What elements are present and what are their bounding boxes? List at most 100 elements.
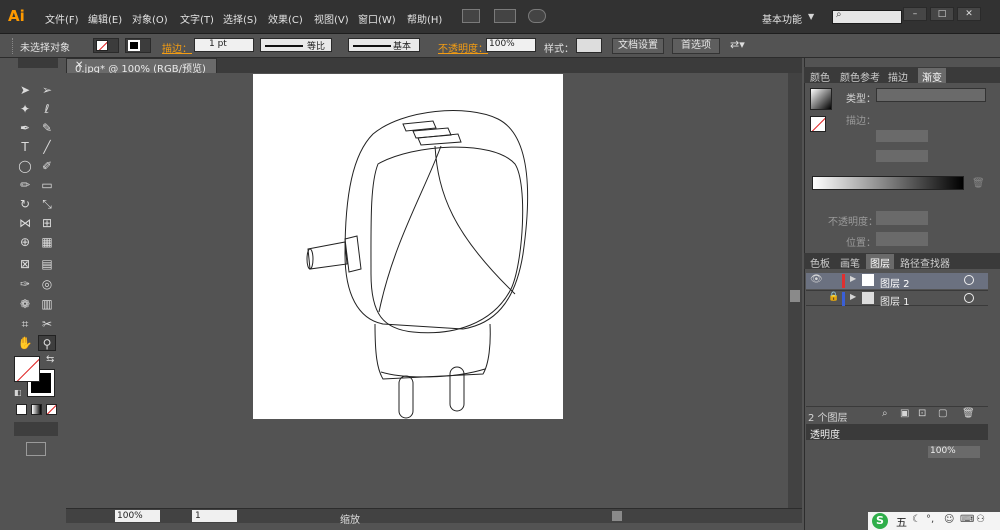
expand-arrow-icon[interactable]: ▶: [850, 292, 856, 301]
opacity-field[interactable]: 100%: [486, 38, 536, 52]
screen-mode-icon[interactable]: [26, 442, 46, 456]
rotate-tool-icon[interactable]: ↻: [16, 196, 34, 212]
tab-gradient[interactable]: 渐变: [918, 68, 946, 84]
bridge-icon[interactable]: [462, 9, 480, 23]
tab-stroke[interactable]: 描边: [884, 68, 912, 84]
menu-file[interactable]: 文件(F): [45, 11, 79, 26]
target-icon[interactable]: [964, 275, 974, 285]
swap-fill-stroke-icon[interactable]: ⇆: [46, 354, 54, 365]
drawing-modes-icon[interactable]: [14, 422, 58, 436]
stroke-profile-select[interactable]: 等比: [260, 38, 332, 52]
gradient-angle-field[interactable]: [876, 130, 928, 142]
tab-swatches[interactable]: 色板: [806, 254, 834, 270]
gradient-fill-swatch[interactable]: [810, 116, 826, 132]
sogou-icon[interactable]: S: [872, 513, 888, 529]
transparency-opacity-field[interactable]: 100%: [928, 446, 980, 458]
symbol-sprayer-icon[interactable]: ❁: [16, 296, 34, 312]
scale-tool-icon[interactable]: ⤡: [38, 196, 56, 212]
shape-builder-icon[interactable]: ⊕: [16, 234, 34, 250]
status-text[interactable]: 缩放: [340, 511, 360, 526]
tab-pathfinder[interactable]: 路径查找器: [896, 254, 954, 270]
line-tool-icon[interactable]: ╱: [38, 139, 56, 155]
zoom-tool-icon[interactable]: ⚲: [38, 335, 56, 351]
gradient-opacity-field[interactable]: [876, 211, 928, 225]
tab-brushes[interactable]: 画笔: [836, 254, 864, 270]
column-graph-icon[interactable]: ▥: [38, 296, 56, 312]
locate-object-icon[interactable]: ⌕: [882, 408, 888, 419]
eyedropper-icon[interactable]: ✑: [16, 276, 34, 292]
direct-selection-tool-icon[interactable]: ➢: [38, 82, 56, 98]
stroke-swatch[interactable]: [125, 38, 151, 53]
arrange-documents-icon[interactable]: [494, 9, 516, 23]
menu-type[interactable]: 文字(T): [180, 11, 214, 26]
trash-icon[interactable]: 🗑: [972, 178, 985, 189]
default-colors-icon[interactable]: ◧: [14, 388, 22, 397]
tab-color-guide[interactable]: 颜色参考: [836, 68, 884, 84]
make-clipping-mask-icon[interactable]: ▣: [900, 408, 909, 419]
menu-window[interactable]: 窗口(W): [358, 11, 396, 26]
delete-layer-icon[interactable]: 🗑: [962, 408, 975, 419]
arrange-icon[interactable]: ⇄▾: [730, 38, 745, 51]
gradient-aspect-field[interactable]: [876, 150, 928, 162]
stroke-label[interactable]: 描边：: [162, 40, 192, 55]
artboard-navigation-field[interactable]: 1: [192, 510, 237, 522]
target-icon[interactable]: [964, 293, 974, 303]
width-tool-icon[interactable]: ⋈: [16, 215, 34, 231]
perspective-grid-icon[interactable]: ▦: [38, 234, 56, 250]
layer-name[interactable]: 图层 1: [880, 293, 910, 308]
vertical-scrollbar-thumb[interactable]: [790, 290, 800, 302]
type-tool-icon[interactable]: T: [16, 139, 34, 155]
close-icon[interactable]: ✕: [75, 60, 83, 71]
smiley-icon[interactable]: ☺: [944, 514, 954, 525]
fill-color-front[interactable]: [14, 356, 40, 382]
hand-tool-icon[interactable]: ✋: [16, 335, 34, 351]
horizontal-scrollbar-thumb[interactable]: [612, 511, 622, 521]
tab-layers[interactable]: 图层: [866, 254, 894, 270]
menu-object[interactable]: 对象(O): [132, 11, 168, 26]
layer-row[interactable]: 🔒 ▶ 图层 1: [806, 290, 988, 308]
gradient-type-select[interactable]: [876, 88, 986, 102]
paintbrush-icon[interactable]: ✐: [38, 158, 56, 174]
ellipse-tool-icon[interactable]: ◯: [16, 158, 34, 174]
lock-icon[interactable]: 🔒: [828, 292, 839, 302]
gradient-slider[interactable]: [812, 176, 964, 190]
color-mode-icon[interactable]: [16, 404, 27, 415]
search-input[interactable]: ⌕: [832, 9, 902, 24]
artboard-tool-icon[interactable]: ⌗: [16, 316, 34, 332]
magic-wand-icon[interactable]: ✦: [16, 101, 34, 117]
menu-select[interactable]: 选择(S): [223, 11, 257, 26]
ime-mode[interactable]: 五: [896, 514, 907, 530]
layer-name[interactable]: 图层 2: [880, 275, 910, 290]
workspace-switcher[interactable]: 基本功能: [762, 11, 802, 26]
selection-tool-icon[interactable]: ➤: [16, 82, 34, 98]
none-mode-icon[interactable]: [46, 404, 57, 415]
stroke-weight-field[interactable]: 1 pt: [194, 38, 254, 52]
menu-effect[interactable]: 效果(C): [268, 11, 303, 26]
layer-row[interactable]: 👁 ▶ 图层 2: [806, 273, 988, 290]
artboard[interactable]: [253, 74, 563, 419]
new-sublayer-icon[interactable]: ⊡: [918, 408, 926, 419]
graphic-style-swatch[interactable]: [576, 38, 602, 53]
free-transform-icon[interactable]: ⊞: [38, 215, 56, 231]
transparency-title[interactable]: 透明度: [810, 426, 840, 441]
menu-help[interactable]: 帮助(H): [407, 11, 442, 26]
eraser-icon[interactable]: ▭: [38, 177, 56, 193]
preferences-button[interactable]: 首选项: [672, 38, 720, 54]
blend-tool-icon[interactable]: ◎: [38, 276, 56, 292]
menu-view[interactable]: 视图(V): [314, 11, 349, 26]
mesh-tool-icon[interactable]: ⊠: [16, 256, 34, 272]
pencil-icon[interactable]: ✏: [16, 177, 34, 193]
menu-edit[interactable]: 编辑(E): [88, 11, 122, 26]
gradient-position-field[interactable]: [876, 232, 928, 246]
lasso-icon[interactable]: ℓ: [38, 101, 56, 117]
brush-definition-select[interactable]: 基本: [348, 38, 420, 52]
moon-icon[interactable]: ☾: [912, 514, 921, 525]
expand-arrow-icon[interactable]: ▶: [850, 274, 856, 283]
tab-color[interactable]: 颜色: [806, 68, 834, 84]
maximize-button[interactable]: □: [930, 7, 954, 21]
pen-tool-icon[interactable]: ✒: [16, 120, 34, 136]
slice-tool-icon[interactable]: ✂: [38, 316, 56, 332]
close-window-button[interactable]: ✕: [957, 7, 981, 21]
user-icon[interactable]: ⚇: [976, 514, 985, 525]
chevron-down-icon[interactable]: ▼: [808, 12, 814, 21]
